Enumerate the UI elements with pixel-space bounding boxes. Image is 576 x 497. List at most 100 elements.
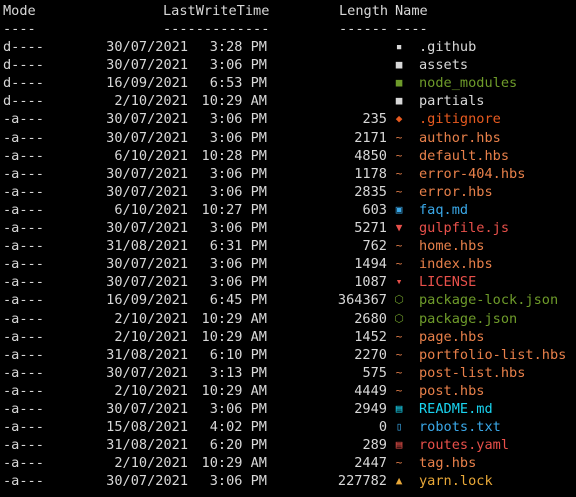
listing-row: -a--- 30/07/2021 3:06 PM 1087 ▾ LICENSE	[0, 273, 576, 291]
underline-mode: ----	[3, 21, 36, 37]
mode-cell: -a---	[3, 382, 44, 399]
date-cell: 30/07/2021	[106, 364, 188, 381]
length-cell: 2447	[354, 455, 387, 472]
file-name: yarn.lock	[419, 473, 493, 490]
file-name: error-404.hbs	[419, 165, 526, 182]
file-name: default.hbs	[419, 147, 510, 164]
mode-cell: d----	[3, 75, 44, 92]
time-cell: 10:27 PM	[201, 201, 267, 218]
length-cell: 364367	[337, 292, 387, 309]
handlebars-icon: ~	[395, 347, 403, 361]
mode-cell: -a---	[3, 437, 44, 454]
file-name: tag.hbs	[419, 455, 477, 472]
time-cell: 10:29 AM	[201, 93, 267, 110]
date-cell: 6/10/2021	[114, 201, 188, 218]
listing-row: -a--- 2/10/2021 10:29 AM 2680 ⬡ package.json	[0, 310, 576, 328]
markdown-icon: ▣	[395, 202, 403, 216]
length-cell: 227782	[337, 473, 387, 490]
length-cell: 603	[362, 201, 387, 218]
listing-row: -a--- 2/10/2021 10:29 AM 4449 ~ post.hbs	[0, 382, 576, 400]
file-name: portfolio-list.hbs	[419, 346, 567, 363]
file-name: page.hbs	[419, 328, 485, 345]
mode-cell: -a---	[3, 328, 44, 345]
mode-cell: -a---	[3, 274, 44, 291]
date-cell: 30/07/2021	[106, 129, 188, 146]
file-name: index.hbs	[419, 256, 493, 273]
time-cell: 6:20 PM	[209, 437, 267, 454]
time-cell: 6:45 PM	[209, 292, 267, 309]
file-name: faq.md	[419, 201, 469, 218]
listing-row: -a--- 16/09/2021 6:45 PM 364367 ⬡ package-loc…	[0, 291, 576, 309]
header-last-write-time: LastWriteTime	[163, 3, 270, 19]
file-name: routes.yaml	[419, 437, 510, 454]
listing-row: -a--- 6/10/2021 10:27 PM 603 ▣ faq.md	[0, 201, 576, 219]
time-cell: 4:02 PM	[209, 419, 267, 436]
date-cell: 2/10/2021	[114, 328, 188, 345]
date-cell: 31/08/2021	[106, 238, 188, 255]
file-name: error.hbs	[419, 183, 493, 200]
underline-name: ----	[395, 21, 428, 37]
time-cell: 3:06 PM	[209, 111, 267, 128]
mode-cell: -a---	[3, 364, 44, 381]
time-cell: 3:06 PM	[209, 183, 267, 200]
date-cell: 31/08/2021	[106, 437, 188, 454]
file-name: gulpfile.js	[419, 220, 510, 236]
time-cell: 6:31 PM	[209, 238, 267, 255]
yaml-icon: ▤	[395, 438, 403, 452]
listing-row: -a--- 30/07/2021 3:06 PM 235 ◆ .gitignore	[0, 110, 576, 128]
file-name: robots.txt	[419, 419, 501, 436]
length-cell: 1494	[354, 256, 387, 273]
time-cell: 3:13 PM	[209, 364, 267, 381]
header-name: Name	[395, 3, 428, 19]
time-cell: 3:06 PM	[209, 220, 267, 236]
time-cell: 3:06 PM	[209, 473, 267, 490]
time-cell: 10:29 AM	[201, 310, 267, 327]
length-cell: 1087	[354, 274, 387, 291]
underline-last-write-time: -------------	[163, 21, 270, 37]
length-cell: 4449	[354, 382, 387, 399]
listing-row: d---- 2/10/2021 10:29 AM ■ partials	[0, 92, 576, 110]
header-underline-row: ---- ------------- ------ ----	[0, 20, 576, 38]
handlebars-icon: ~	[395, 257, 403, 271]
length-cell: 0	[378, 419, 387, 436]
length-cell: 2171	[354, 129, 387, 146]
length-cell: 2835	[354, 183, 387, 200]
time-cell: 3:06 PM	[209, 401, 267, 417]
mode-cell: -a---	[3, 111, 44, 128]
file-name: README.md	[419, 401, 493, 417]
listing-row: -a--- 2/10/2021 10:29 AM 1452 ~ page.hbs	[0, 328, 576, 346]
github-folder-icon: ▪	[395, 40, 403, 53]
file-name: author.hbs	[419, 129, 501, 146]
mode-cell: -a---	[3, 346, 44, 363]
mode-cell: -a---	[3, 455, 44, 472]
listing-row: -a--- 30/07/2021 3:06 PM 227782 ▲ yarn.lock	[0, 472, 576, 490]
date-cell: 16/09/2021	[106, 75, 188, 92]
gulp-icon: ▼	[395, 221, 403, 234]
mode-cell: d----	[3, 57, 44, 74]
listing-row: -a--- 30/07/2021 3:06 PM 2835 ~ error.hbs	[0, 183, 576, 201]
file-name: package-lock.json	[419, 292, 559, 309]
date-cell: 2/10/2021	[114, 93, 188, 110]
time-cell: 10:29 AM	[201, 328, 267, 345]
date-cell: 30/07/2021	[106, 220, 188, 236]
node-folder-icon: ■	[395, 76, 403, 90]
date-cell: 2/10/2021	[114, 455, 188, 472]
time-cell: 10:29 AM	[201, 382, 267, 399]
date-cell: 30/07/2021	[106, 473, 188, 490]
length-cell: 575	[362, 364, 387, 381]
handlebars-icon: ~	[395, 148, 403, 162]
date-cell: 30/07/2021	[106, 256, 188, 273]
length-cell: 1178	[354, 165, 387, 182]
handlebars-icon: ~	[395, 184, 403, 198]
mode-cell: -a---	[3, 310, 44, 327]
listing-row: -a--- 30/07/2021 3:06 PM 1494 ~ index.hbs	[0, 255, 576, 273]
listing-row: -a--- 2/10/2021 10:29 AM 2447 ~ tag.hbs	[0, 454, 576, 472]
listing-row: -a--- 30/07/2021 3:06 PM 2949 ▤ README.md	[0, 400, 576, 418]
time-cell: 3:06 PM	[209, 256, 267, 273]
time-cell: 10:29 AM	[201, 455, 267, 472]
folder-icon: ■	[395, 58, 403, 72]
underline-length: ------	[339, 21, 389, 37]
date-cell: 30/07/2021	[106, 401, 188, 417]
folder-icon: ■	[395, 94, 403, 108]
file-name: home.hbs	[419, 238, 485, 255]
